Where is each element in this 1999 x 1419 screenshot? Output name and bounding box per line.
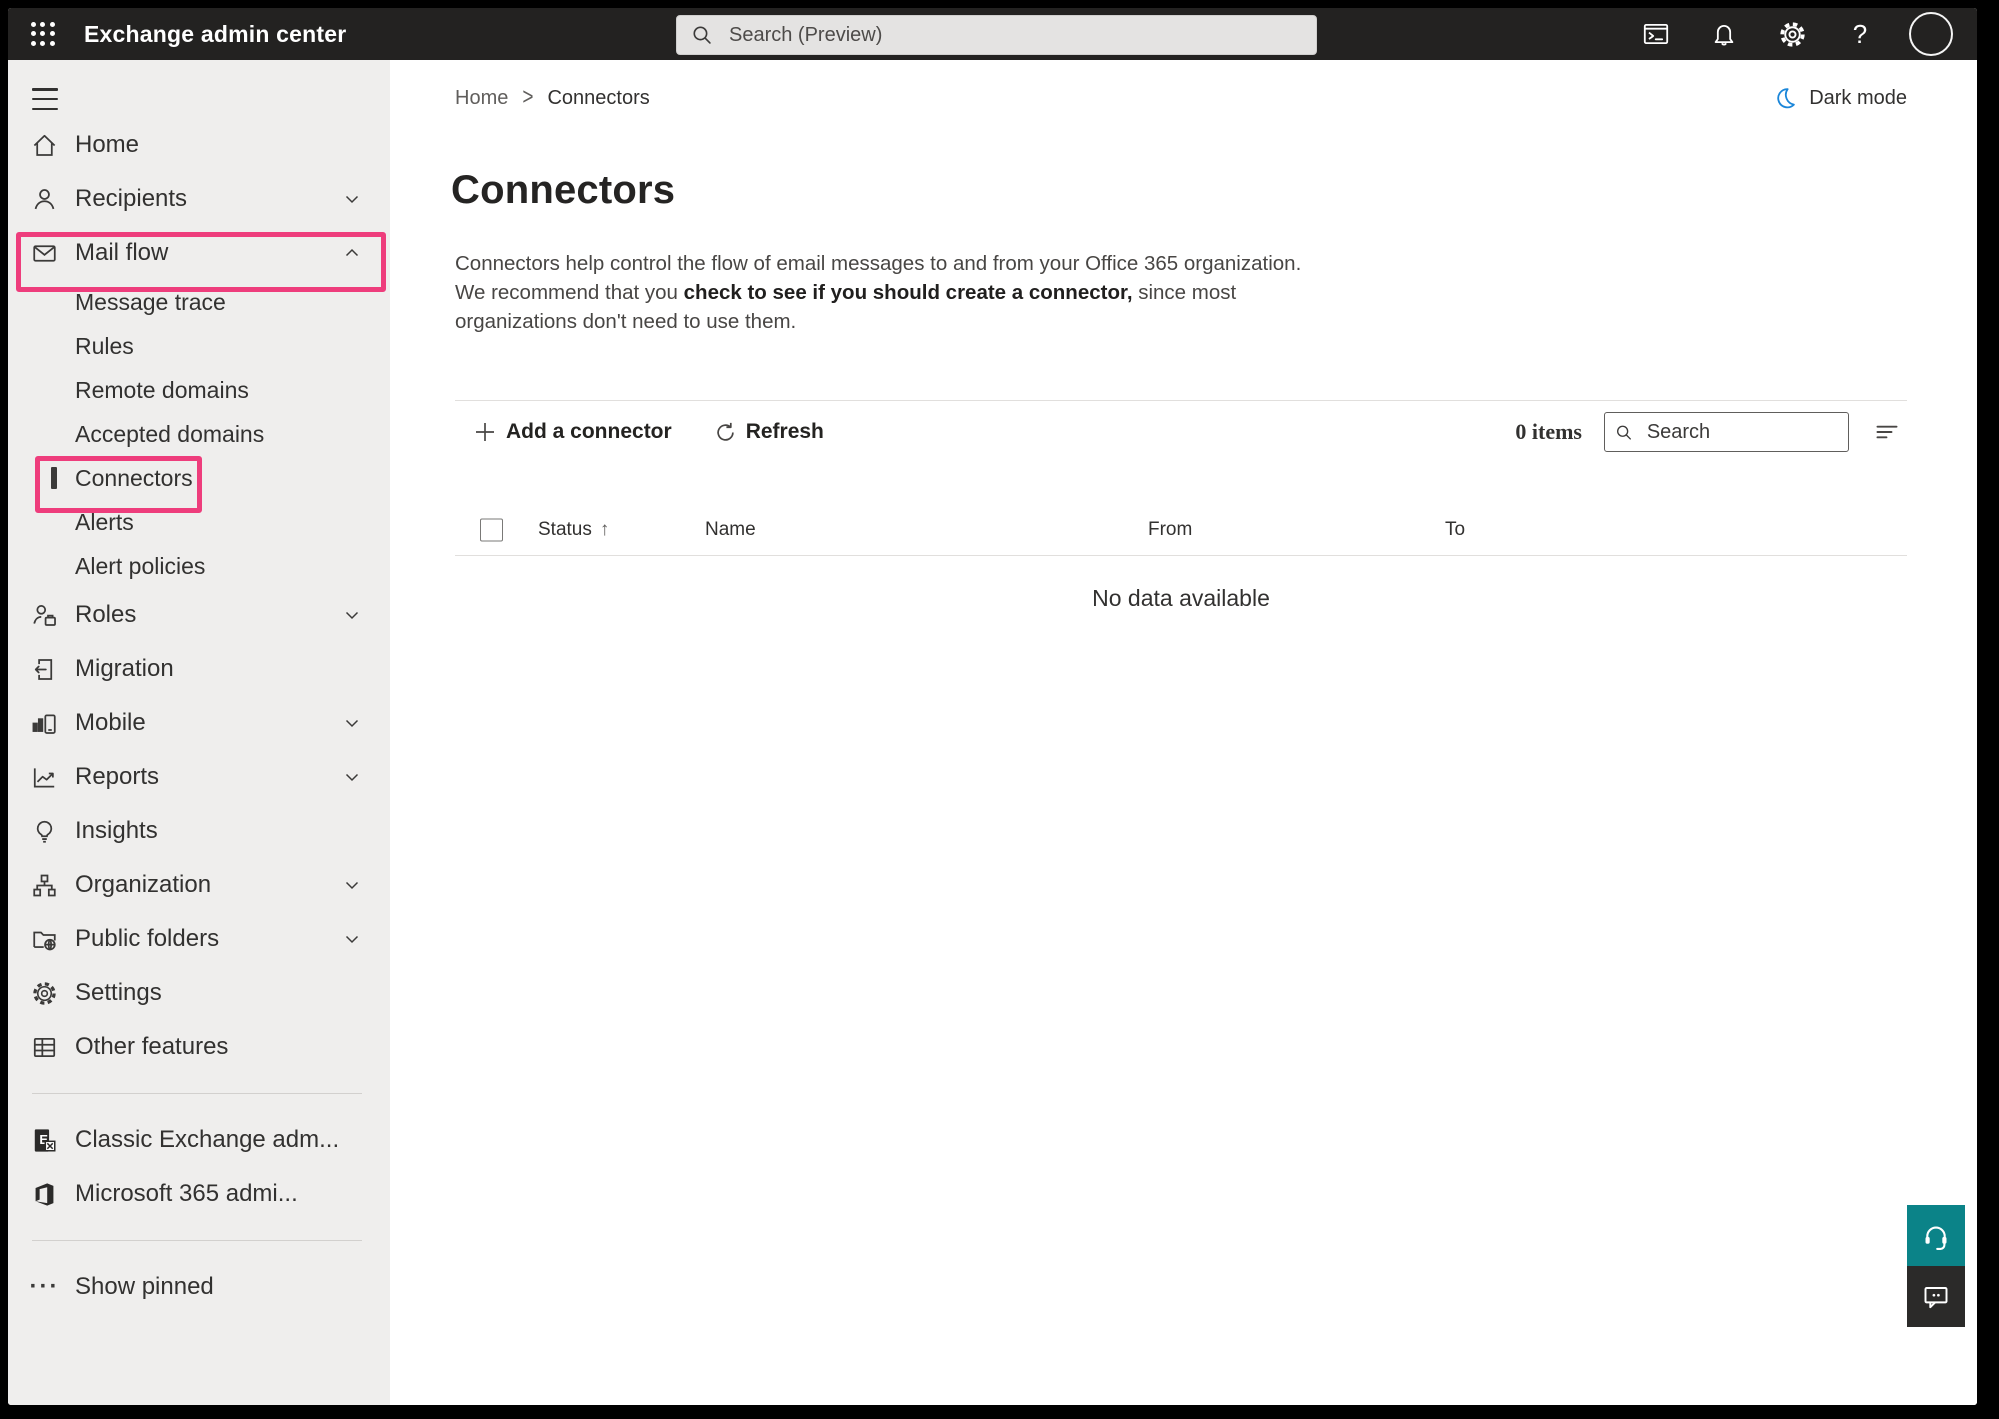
sidebar-item-migration[interactable]: Migration — [8, 642, 390, 696]
list-search-input[interactable] — [1645, 420, 1838, 445]
breadcrumb: Home > Connectors Dark mode — [455, 84, 1907, 112]
gear-icon — [31, 980, 58, 1007]
folder-globe-icon — [31, 926, 58, 953]
sidebar-nav: Home Recipients — [8, 60, 390, 1405]
app-launcher-icon[interactable] — [28, 19, 58, 49]
add-connector-button[interactable]: Add a connector — [465, 414, 680, 450]
screenshot-frame: Exchange admin center — [0, 0, 1999, 1419]
floating-action-buttons — [1907, 1205, 1965, 1327]
search-icon — [1615, 422, 1633, 443]
chevron-down-icon — [342, 767, 362, 787]
sidebar-divider — [32, 1093, 362, 1094]
sidebar-item-microsoft-365-admin[interactable]: Microsoft 365 admi... — [8, 1167, 390, 1221]
column-header-name[interactable]: Name — [705, 519, 756, 541]
list-search[interactable] — [1604, 412, 1849, 452]
column-header-to[interactable]: To — [1445, 519, 1465, 541]
filter-icon[interactable] — [1867, 412, 1907, 452]
account-avatar[interactable] — [1909, 12, 1953, 56]
sidebar-item-roles[interactable]: Roles — [8, 588, 390, 642]
feedback-button[interactable] — [1907, 1266, 1965, 1327]
selected-indicator — [51, 467, 57, 489]
help-support-button[interactable] — [1907, 1205, 1965, 1266]
sidebar-item-connectors[interactable]: Connectors — [8, 456, 390, 500]
chevron-up-icon — [342, 243, 362, 263]
sidebar-item-alert-policies[interactable]: Alert policies — [8, 544, 390, 588]
breadcrumb-home[interactable]: Home — [455, 87, 508, 110]
help-icon[interactable]: ? — [1841, 15, 1879, 53]
search-icon — [691, 24, 713, 46]
person-icon — [31, 186, 58, 213]
breadcrumb-current: Connectors — [547, 87, 649, 110]
table-header-row: Status ↑ Name From To — [455, 505, 1907, 556]
sidebar-item-remote-domains[interactable]: Remote domains — [8, 368, 390, 412]
sidebar-item-settings[interactable]: Settings — [8, 966, 390, 1020]
document-arrow-icon — [31, 656, 58, 683]
body-row: Home Recipients — [8, 60, 1977, 1405]
sidebar-item-accepted-domains[interactable]: Accepted domains — [8, 412, 390, 456]
cloud-shell-icon[interactable] — [1637, 15, 1675, 53]
speech-bubble-icon — [1921, 1282, 1951, 1312]
sort-ascending-icon: ↑ — [600, 519, 610, 541]
dark-mode-label: Dark mode — [1809, 87, 1907, 110]
ellipsis-icon: ··· — [31, 1274, 58, 1301]
check-connector-link[interactable]: check to see if you should create a conn… — [684, 281, 1133, 304]
moon-icon — [1773, 86, 1797, 110]
exchange-logo: E — [31, 1127, 58, 1154]
lightbulb-icon — [31, 818, 58, 845]
plus-icon — [473, 420, 497, 444]
microsoft-365-logo — [31, 1181, 58, 1208]
mail-icon — [31, 240, 58, 267]
exchange-admin-center-window: Exchange admin center — [8, 8, 1977, 1405]
sidebar-item-reports[interactable]: Reports — [8, 750, 390, 804]
global-search[interactable] — [676, 15, 1317, 55]
sidebar-item-show-pinned[interactable]: ··· Show pinned — [8, 1260, 390, 1314]
sidebar-item-home[interactable]: Home — [8, 118, 390, 172]
sidebar-item-recipients[interactable]: Recipients — [8, 172, 390, 226]
sidebar-divider — [32, 1240, 362, 1241]
app-title: Exchange admin center — [84, 21, 346, 48]
top-bar-icons: ? — [1637, 12, 1977, 56]
items-count: 0 items — [1515, 419, 1582, 445]
page-description: Connectors help control the flow of emai… — [455, 249, 1313, 336]
refresh-icon — [714, 421, 737, 444]
sidebar-item-organization[interactable]: Organization — [8, 858, 390, 912]
column-header-from[interactable]: From — [1148, 519, 1192, 541]
sidebar-item-other-features[interactable]: Other features — [8, 1020, 390, 1074]
notifications-bell-icon[interactable] — [1705, 15, 1743, 53]
settings-gear-icon[interactable] — [1773, 15, 1811, 53]
column-header-status[interactable]: Status ↑ — [538, 519, 609, 541]
toolbar: Add a connector Refresh 0 items — [455, 401, 1907, 463]
sidebar-item-mail-flow[interactable]: Mail flow — [8, 226, 390, 280]
sidebar-item-alerts[interactable]: Alerts — [8, 500, 390, 544]
global-search-input[interactable] — [727, 23, 1302, 48]
sidebar-item-insights[interactable]: Insights — [8, 804, 390, 858]
sidebar-item-classic-exchange-admin[interactable]: E Classic Exchange adm... — [8, 1113, 390, 1167]
mobile-chart-icon — [31, 710, 58, 737]
empty-table-message: No data available — [455, 585, 1907, 612]
home-icon — [31, 132, 58, 159]
chevron-down-icon — [342, 875, 362, 895]
refresh-button[interactable]: Refresh — [706, 414, 832, 450]
main-content: Home > Connectors Dark mode Connectors C… — [390, 60, 1977, 1405]
chevron-down-icon — [342, 929, 362, 949]
sidebar-item-public-folders[interactable]: Public folders — [8, 912, 390, 966]
chevron-down-icon — [342, 713, 362, 733]
chevron-down-icon — [342, 189, 362, 209]
sidebar-item-rules[interactable]: Rules — [8, 324, 390, 368]
page-title: Connectors — [451, 168, 1907, 213]
line-chart-icon — [31, 764, 58, 791]
sidebar-item-message-trace[interactable]: Message trace — [8, 280, 390, 324]
headset-icon — [1921, 1221, 1951, 1251]
sidebar-item-mobile[interactable]: Mobile — [8, 696, 390, 750]
person-briefcase-icon — [31, 602, 58, 629]
top-bar: Exchange admin center — [8, 8, 1977, 60]
chevron-down-icon — [342, 605, 362, 625]
table-icon — [31, 1034, 58, 1061]
collapse-menu-icon[interactable] — [32, 88, 58, 110]
org-chart-icon — [31, 872, 58, 899]
dark-mode-toggle[interactable]: Dark mode — [1773, 86, 1907, 110]
breadcrumb-separator-icon: > — [522, 84, 533, 112]
select-all-checkbox[interactable] — [480, 519, 503, 542]
